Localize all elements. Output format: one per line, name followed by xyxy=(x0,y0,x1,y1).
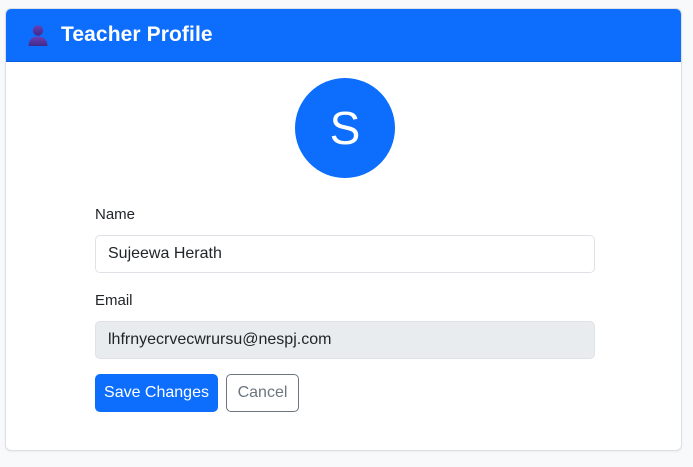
email-label: Email xyxy=(95,292,133,309)
name-field[interactable] xyxy=(95,235,595,273)
user-icon xyxy=(26,23,50,47)
cancel-button[interactable]: Cancel xyxy=(226,374,299,412)
name-label: Name xyxy=(95,206,136,223)
page-title: Teacher Profile xyxy=(61,23,213,46)
email-field[interactable] xyxy=(95,321,595,359)
save-changes-button[interactable]: Save Changes xyxy=(95,374,218,412)
avatar: S xyxy=(295,78,395,178)
card-header: Teacher Profile xyxy=(6,9,681,62)
profile-card: Teacher Profile S Name Email Save Change… xyxy=(5,8,682,451)
avatar-initial: S xyxy=(329,102,361,154)
